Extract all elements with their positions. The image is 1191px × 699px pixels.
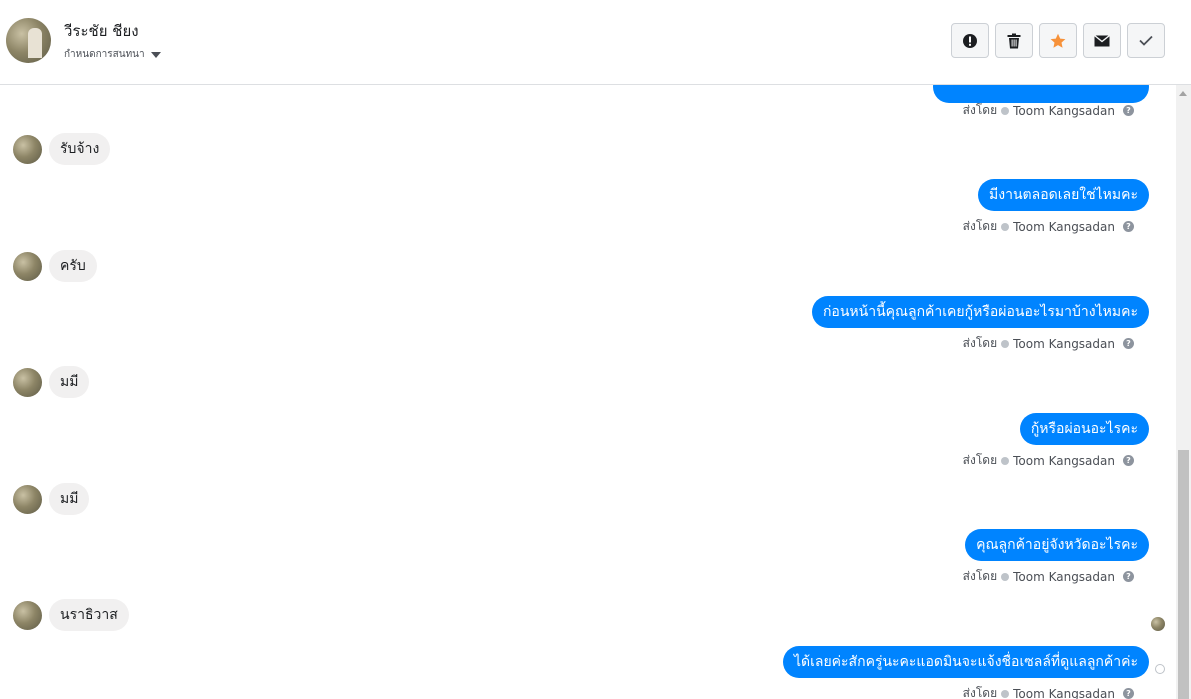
sent-by-line: ส่งโดย Toom Kangsadan ? (963, 684, 1134, 699)
message-bubble: มมี (49, 366, 90, 398)
help-icon[interactable]: ? (1123, 688, 1134, 699)
message-thread[interactable]: ส่งโดย Toom Kangsadan ? รับจ้าง มีงานตลอ… (0, 85, 1176, 699)
message-bubble: รับจ้าง (49, 133, 111, 165)
message-bubble: ก่อนหน้านี้คุณลูกค้าเคยกู้หรือผ่อนอะไรมา… (811, 296, 1149, 328)
sender-avatar[interactable] (13, 367, 42, 397)
help-icon[interactable]: ? (1123, 105, 1134, 116)
sent-by-line: ส่งโดย Toom Kangsadan ? (963, 567, 1134, 586)
sent-by-prefix: ส่งโดย (962, 219, 998, 233)
outgoing-message: มีงานตลอดเลยใช่ไหมคะ (978, 179, 1149, 211)
delivered-check-icon (1155, 664, 1165, 674)
sender-avatar[interactable] (13, 251, 42, 281)
outgoing-message: ได้เลยค่ะสักครู่นะคะแอดมินจะแจ้งชื่อเซลล… (782, 646, 1149, 678)
star-icon (1050, 33, 1066, 48)
star-button[interactable] (1039, 23, 1077, 58)
sent-by-agent[interactable]: Toom Kangsadan (1013, 687, 1115, 699)
incoming-message: รับจ้าง (13, 133, 111, 165)
sent-by-agent[interactable]: Toom Kangsadan (1013, 337, 1115, 351)
message-bubble: มีงานตลอดเลยใช่ไหมคะ (978, 179, 1149, 211)
help-icon[interactable]: ? (1123, 221, 1134, 232)
sent-check-icon (1001, 689, 1010, 698)
sent-by-prefix: ส่งโดย (962, 453, 998, 467)
sent-check-icon (1001, 106, 1010, 115)
caret-down-icon (150, 51, 161, 58)
message-bubble: ครับ (49, 250, 97, 282)
message-bubble: กู้หรือผ่อนอะไรคะ (1019, 413, 1149, 445)
incoming-message: นราธิวาส (13, 599, 129, 631)
seen-indicator-avatar (1151, 617, 1165, 631)
sender-avatar[interactable] (13, 134, 42, 164)
sent-check-icon (1001, 222, 1010, 231)
sent-by-agent[interactable]: Toom Kangsadan (1013, 220, 1115, 234)
help-icon[interactable]: ? (1123, 455, 1134, 466)
sent-by-line: ส่งโดย Toom Kangsadan ? (963, 217, 1134, 236)
outgoing-message: คุณลูกค้าอยู่จังหวัดอะไรคะ (965, 529, 1149, 561)
help-icon[interactable]: ? (1123, 571, 1134, 582)
sent-by-agent[interactable]: Toom Kangsadan (1013, 570, 1115, 584)
sent-by-prefix: ส่งโดย (962, 336, 998, 350)
delete-button[interactable] (995, 23, 1033, 58)
conversation-toolbar (951, 23, 1165, 58)
incoming-message: มมี (13, 483, 90, 515)
envelope-icon (1094, 34, 1110, 46)
sent-check-icon (1001, 572, 1010, 581)
message-bubble: นราธิวาส (49, 599, 129, 631)
sent-by-agent[interactable]: Toom Kangsadan (1013, 104, 1115, 118)
message-bubble: มมี (49, 483, 90, 515)
sent-by-prefix: ส่งโดย (962, 686, 998, 699)
conversation-header: วีระชัย ชียง กำหนดการสนทนา (0, 0, 1191, 85)
incoming-message: มมี (13, 366, 90, 398)
sent-check-icon (1001, 339, 1010, 348)
message-bubble: ได้เลยค่ะสักครู่นะคะแอดมินจะแจ้งชื่อเซลล… (782, 646, 1149, 678)
sender-avatar[interactable] (13, 600, 42, 630)
sent-by-prefix: ส่งโดย (962, 103, 998, 117)
scrollbar-thumb[interactable] (1178, 450, 1189, 699)
contact-name[interactable]: วีระชัย ชียง (64, 19, 139, 43)
sent-check-icon (1001, 456, 1010, 465)
contact-avatar[interactable] (6, 18, 51, 63)
sent-by-prefix: ส่งโดย (962, 569, 998, 583)
sent-by-line: ส่งโดย Toom Kangsadan ? (963, 334, 1134, 353)
trash-icon (1007, 33, 1021, 48)
outgoing-message: กู้หรือผ่อนอะไรคะ (1019, 413, 1149, 445)
assign-conversation-dropdown[interactable]: กำหนดการสนทนา (64, 47, 161, 62)
sent-by-line: ส่งโดย Toom Kangsadan ? (963, 101, 1134, 120)
assign-label: กำหนดการสนทนา (64, 49, 145, 60)
sent-by-line: ส่งโดย Toom Kangsadan ? (963, 451, 1134, 470)
incoming-message: ครับ (13, 250, 97, 282)
help-icon[interactable]: ? (1123, 338, 1134, 349)
mark-unread-button[interactable] (1083, 23, 1121, 58)
scroll-up-arrow-icon[interactable] (1179, 91, 1187, 96)
mark-done-button[interactable] (1127, 23, 1165, 58)
message-bubble: คุณลูกค้าอยู่จังหวัดอะไรคะ (965, 529, 1149, 561)
sender-avatar[interactable] (13, 484, 42, 514)
check-icon (1139, 35, 1153, 46)
spam-button[interactable] (951, 23, 989, 58)
sent-by-agent[interactable]: Toom Kangsadan (1013, 454, 1115, 468)
outgoing-message: ก่อนหน้านี้คุณลูกค้าเคยกู้หรือผ่อนอะไรมา… (811, 296, 1149, 328)
alert-icon (963, 33, 977, 48)
